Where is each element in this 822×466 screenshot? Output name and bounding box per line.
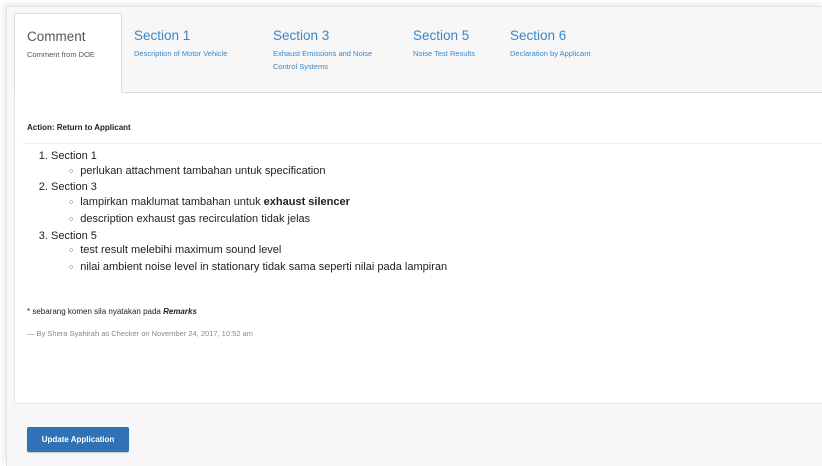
list-item: perlukan attachment tambahan untuk speci… bbox=[69, 164, 447, 181]
tab-subtitle: Noise Test Results bbox=[413, 49, 475, 58]
comment-text: test result melebihi maximum sound level bbox=[80, 244, 282, 257]
remarks-note: * sebarang komen sila nyatakan pada Rema… bbox=[27, 307, 197, 316]
divider bbox=[23, 143, 822, 144]
comment-text: perlukan attachment tambahan untuk speci… bbox=[80, 164, 326, 177]
tab-subtitle: Description of Motor Vehicle bbox=[134, 49, 228, 58]
comment-section-list: Section 1 perlukan attachment tambahan u… bbox=[27, 149, 447, 277]
tab-section-6[interactable]: Section 6 Declaration by Applicant bbox=[498, 13, 638, 77]
tab-title: Comment bbox=[27, 29, 86, 44]
comment-text: nilai ambient noise level in stationary … bbox=[80, 260, 448, 273]
list-item: Section 5 test result melebihi maximum s… bbox=[51, 229, 447, 277]
section-label: Section 3 bbox=[51, 181, 97, 194]
tab-title: Section 5 bbox=[413, 28, 470, 43]
note-text: * sebarang komen sila nyatakan pada bbox=[27, 307, 164, 316]
list-item: Section 1 perlukan attachment tambahan u… bbox=[51, 149, 447, 180]
action-label: Action: Return to Applicant bbox=[27, 123, 131, 132]
tab-section-5[interactable]: Section 5 Noise Test Results bbox=[401, 13, 498, 77]
tab-section-3[interactable]: Section 3 Exhaust Emissions and Noise Co… bbox=[261, 13, 401, 77]
comment-byline: — By Shera Syahirah as Checker on Novemb… bbox=[27, 329, 253, 338]
tab-subtitle: Exhaust Emissions and Noise Control Syst… bbox=[273, 49, 373, 71]
list-item: lampirkan maklumat tambahan untuk exhaus… bbox=[69, 195, 447, 212]
divider bbox=[14, 403, 822, 406]
tab-bar: Comment Comment from DOE Section 1 Descr… bbox=[14, 13, 822, 93]
comment-text: description exhaust gas recirculation ti… bbox=[80, 212, 311, 225]
list-item: nilai ambient noise level in stationary … bbox=[69, 260, 447, 277]
tab-title: Section 3 bbox=[273, 28, 330, 43]
comment-bold-text: exhaust silencer bbox=[263, 196, 350, 209]
list-item: description exhaust gas recirculation ti… bbox=[69, 212, 447, 229]
comment-panel: Action: Return to Applicant Section 1 pe… bbox=[14, 92, 822, 404]
list-item: Section 3 lampirkan maklumat tambahan un… bbox=[51, 180, 447, 228]
comment-text: lampirkan maklumat tambahan untuk bbox=[80, 196, 264, 209]
section-label: Section 1 bbox=[51, 150, 97, 162]
note-emphasis: Remarks bbox=[163, 307, 197, 316]
tab-title: Section 1 bbox=[134, 28, 191, 43]
tab-title: Section 6 bbox=[510, 28, 567, 43]
update-application-button[interactable]: Update Application bbox=[27, 427, 129, 452]
tab-section-1[interactable]: Section 1 Description of Motor Vehicle bbox=[122, 13, 261, 77]
section-label: Section 5 bbox=[51, 229, 97, 242]
list-item: test result melebihi maximum sound level bbox=[69, 243, 447, 260]
tab-comment[interactable]: Comment Comment from DOE bbox=[14, 13, 122, 93]
tab-subtitle: Declaration by Applicant bbox=[510, 49, 591, 58]
tab-subtitle: Comment from DOE bbox=[27, 50, 95, 59]
